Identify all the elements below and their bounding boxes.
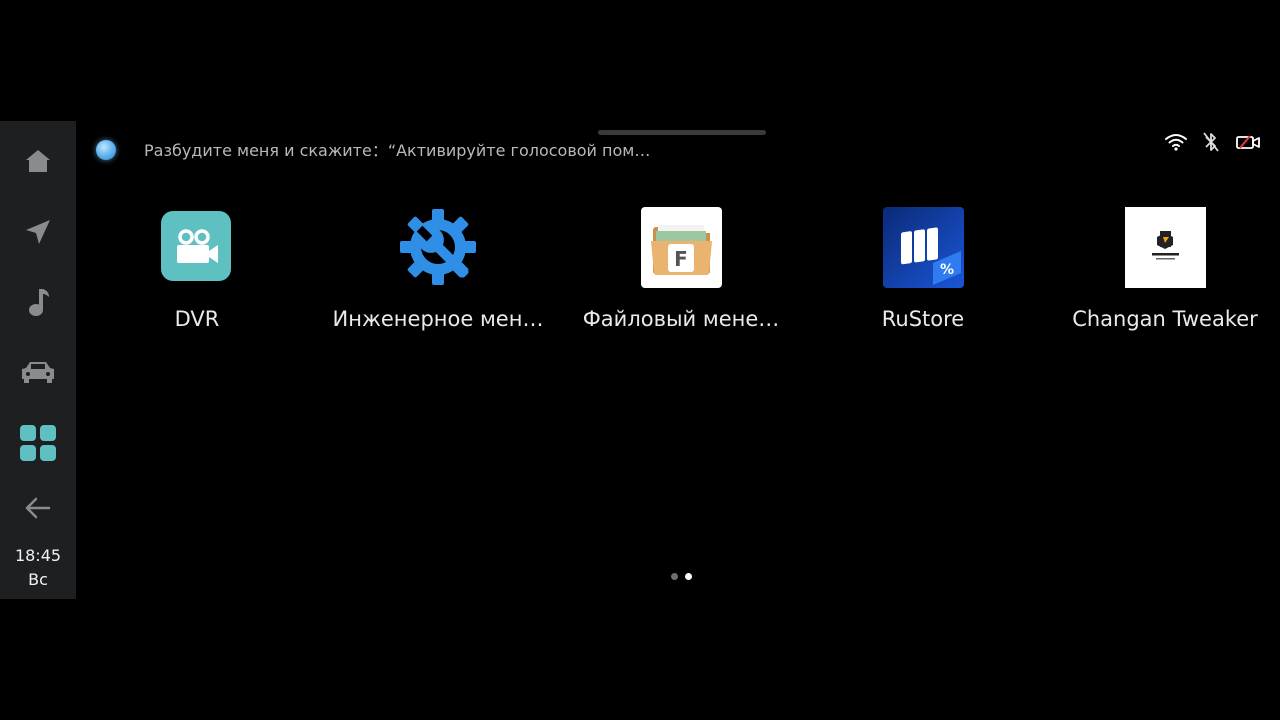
wifi-icon [1165, 134, 1187, 151]
rustore-icon: % [882, 207, 964, 288]
dock-car-button[interactable] [8, 344, 68, 400]
dock-clock: 18:45 Вс [0, 544, 76, 592]
apps-grid-icon [20, 425, 56, 461]
page-indicator-dot-1[interactable] [671, 573, 678, 580]
dock-music-button[interactable] [8, 274, 68, 330]
app-label: Файловый мене… [582, 307, 780, 331]
launcher-screen: 18:45 Вс Разбудите меня и скажите：“Актив… [0, 121, 1280, 599]
app-label: Changan Tweaker [1072, 307, 1258, 331]
svg-text:F: F [674, 247, 688, 271]
notification-pull-handle[interactable] [598, 130, 766, 135]
voice-assistant-hint[interactable]: Разбудите меня и скажите：“Активируйте го… [144, 137, 650, 161]
camera-off-icon [1236, 135, 1260, 149]
dock-apps-button[interactable] [8, 415, 68, 471]
app-label: DVR [174, 307, 220, 331]
car-icon [22, 362, 54, 383]
clock-time: 18:45 [14, 546, 62, 565]
app-dvr[interactable]: DVR [77, 207, 317, 332]
clock-day: Вс [28, 570, 48, 589]
dock-home-button[interactable] [8, 133, 68, 189]
app-label: RuStore [881, 307, 965, 331]
back-arrow-icon [25, 497, 51, 519]
app-rustore[interactable]: % RuStore [803, 207, 1043, 332]
engineering-gear-wrench-icon [399, 209, 476, 285]
changan-tweaker-icon [1124, 207, 1206, 288]
side-dock: 18:45 Вс [0, 121, 76, 599]
voice-assistant-orb-icon[interactable] [96, 140, 116, 160]
svg-text:%: % [939, 262, 953, 278]
dock-navigation-button[interactable] [8, 204, 68, 260]
navigation-icon [26, 220, 50, 244]
app-file-manager[interactable]: F Файловый мене… [561, 207, 801, 332]
dock-back-button[interactable] [8, 480, 68, 536]
dvr-camera-icon [160, 211, 231, 281]
camera-status [1235, 131, 1261, 153]
bluetooth-off-icon [1203, 132, 1219, 152]
page-indicator-dot-2[interactable] [685, 573, 692, 580]
app-engineering-menu[interactable]: Инженерное мен… [318, 207, 558, 332]
file-manager-folder-icon: F [640, 207, 722, 288]
home-icon [26, 150, 50, 172]
wifi-status [1163, 131, 1189, 153]
music-icon [29, 289, 49, 316]
app-label: Инженерное мен… [332, 307, 544, 331]
bluetooth-status [1198, 131, 1224, 153]
app-changan-tweaker[interactable]: Changan Tweaker [1045, 207, 1280, 332]
